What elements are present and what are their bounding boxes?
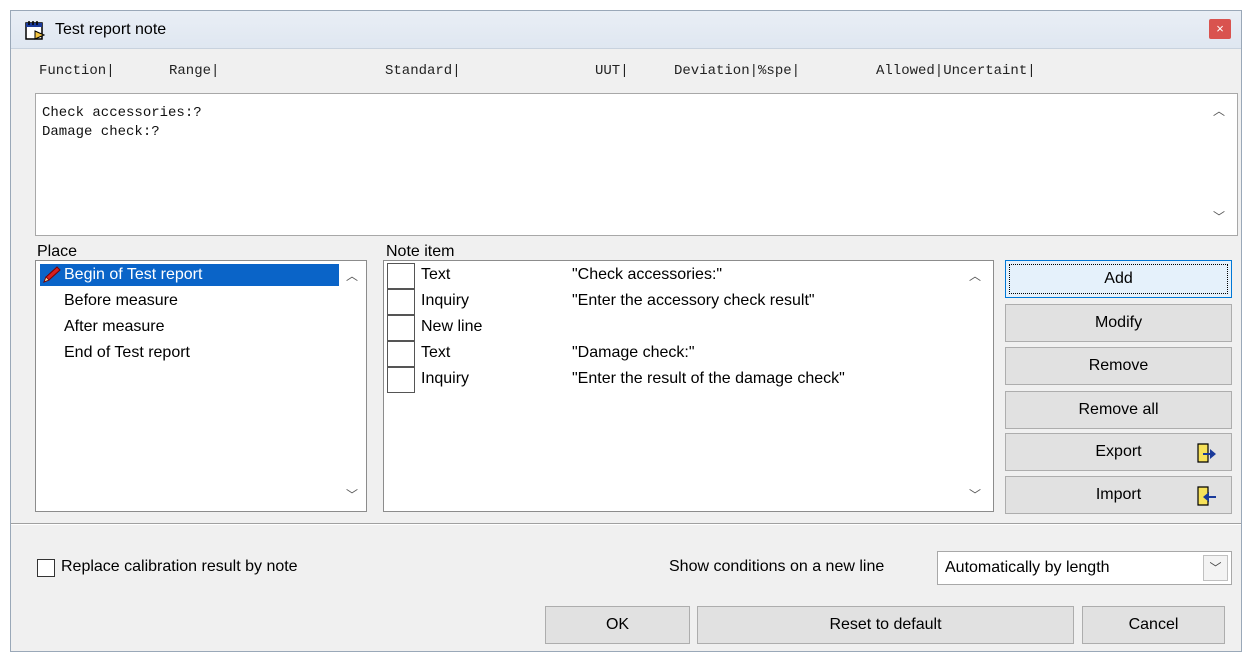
- export-file-icon: [1197, 443, 1216, 463]
- import-button-label: Import: [1095, 486, 1142, 503]
- ok-button[interactable]: OK: [545, 606, 690, 644]
- place-label: Place: [37, 243, 78, 260]
- column-function: Function|: [39, 63, 115, 79]
- scroll-up-icon[interactable]: ︿: [346, 267, 358, 284]
- note-item-row[interactable]: Text "Check accessories:": [387, 263, 967, 289]
- scroll-up-icon[interactable]: ︿: [969, 267, 981, 284]
- remove-button-label: Remove: [1088, 357, 1149, 374]
- place-item-label: Begin of Test report: [64, 266, 203, 283]
- note-item-row[interactable]: Text "Damage check:": [387, 341, 967, 367]
- focus-ring: [1009, 264, 1228, 294]
- place-item-after-measure[interactable]: After measure: [40, 316, 164, 338]
- note-item-value: "Enter the result of the damage check": [572, 370, 845, 387]
- note-item-value: "Check accessories:": [572, 266, 723, 283]
- place-item-before-measure[interactable]: Before measure: [40, 290, 178, 312]
- note-pad-icon: [25, 21, 45, 40]
- conditions-select-value: Automatically by length: [945, 559, 1110, 576]
- column-uut: UUT|: [595, 63, 629, 79]
- note-item-value: "Enter the accessory check result": [572, 292, 815, 309]
- pencil-icon: [43, 266, 61, 283]
- note-item-type: Text: [421, 266, 451, 283]
- note-item-value: "Damage check:": [572, 344, 695, 361]
- separator: [11, 523, 1241, 525]
- place-item-end-of-test-report[interactable]: End of Test report: [40, 342, 190, 364]
- title-bar: Test report note ×: [11, 11, 1241, 49]
- note-item-checkbox[interactable]: [387, 367, 415, 393]
- note-item-checkbox[interactable]: [387, 289, 415, 315]
- place-item-label: Before measure: [64, 292, 178, 309]
- export-button-label: Export: [1095, 443, 1142, 460]
- export-button[interactable]: Export: [1005, 433, 1232, 471]
- import-file-icon: [1197, 486, 1216, 506]
- remove-all-button[interactable]: Remove all: [1005, 391, 1232, 429]
- note-item-row[interactable]: New line: [387, 315, 967, 341]
- test-report-note-dialog: Test report note × Function| Range| Stan…: [10, 10, 1242, 652]
- place-item-begin-of-test-report[interactable]: Begin of Test report: [40, 264, 339, 286]
- add-button[interactable]: Add: [1005, 260, 1232, 298]
- cancel-button-label: Cancel: [1128, 616, 1179, 633]
- replace-calibration-checkbox[interactable]: [37, 559, 55, 577]
- column-standard: Standard|: [385, 63, 461, 79]
- scroll-down-icon[interactable]: ﹀: [969, 486, 981, 503]
- note-line: Damage check:?: [42, 124, 160, 140]
- remove-button[interactable]: Remove: [1005, 347, 1232, 385]
- place-list[interactable]: Begin of Test report Before measure Afte…: [35, 260, 367, 512]
- modify-button[interactable]: Modify: [1005, 304, 1232, 342]
- scroll-down-icon[interactable]: ﹀: [346, 486, 358, 503]
- close-button[interactable]: ×: [1209, 19, 1231, 39]
- note-item-label: Note item: [386, 243, 455, 260]
- reset-button-label: Reset to default: [829, 616, 942, 633]
- note-item-type: Text: [421, 344, 451, 361]
- note-item-row[interactable]: Inquiry "Enter the result of the damage …: [387, 367, 967, 393]
- note-item-list[interactable]: Text "Check accessories:" Inquiry "Enter…: [383, 260, 994, 512]
- scroll-up-icon[interactable]: ︿: [1213, 102, 1225, 119]
- note-item-type: Inquiry: [421, 370, 470, 387]
- column-deviation: Deviation|%spe|: [674, 63, 801, 79]
- modify-button-label: Modify: [1094, 314, 1143, 331]
- conditions-label: Show conditions on a new line: [669, 558, 885, 575]
- note-line: Check accessories:?: [42, 105, 202, 121]
- window-title: Test report note: [55, 21, 167, 38]
- replace-calibration-label: Replace calibration result by note: [61, 558, 298, 575]
- note-item-row[interactable]: Inquiry "Enter the accessory check resul…: [387, 289, 967, 315]
- note-item-checkbox[interactable]: [387, 315, 415, 341]
- column-range: Range|: [169, 63, 220, 79]
- scroll-down-icon[interactable]: ﹀: [1213, 208, 1225, 225]
- column-allowed-uncertainty: Allowed|Uncertaint|: [876, 63, 1036, 79]
- note-item-type: Inquiry: [421, 292, 470, 309]
- note-item-type: New line: [421, 318, 483, 335]
- note-item-checkbox[interactable]: [387, 341, 415, 367]
- note-preview-textarea[interactable]: Check accessories:? Damage check:? ︿ ﹀: [35, 93, 1238, 236]
- place-item-label: End of Test report: [64, 344, 190, 361]
- place-item-label: After measure: [64, 318, 165, 335]
- note-preview-text: Check accessories:? Damage check:?: [42, 104, 202, 142]
- reset-to-default-button[interactable]: Reset to default: [697, 606, 1074, 644]
- chevron-down-icon[interactable]: ﹀: [1203, 555, 1228, 581]
- ok-button-label: OK: [605, 616, 630, 633]
- import-button[interactable]: Import: [1005, 476, 1232, 514]
- cancel-button[interactable]: Cancel: [1082, 606, 1225, 644]
- conditions-select[interactable]: Automatically by length ﹀: [937, 551, 1232, 585]
- note-item-checkbox[interactable]: [387, 263, 415, 289]
- remove-all-button-label: Remove all: [1078, 401, 1159, 418]
